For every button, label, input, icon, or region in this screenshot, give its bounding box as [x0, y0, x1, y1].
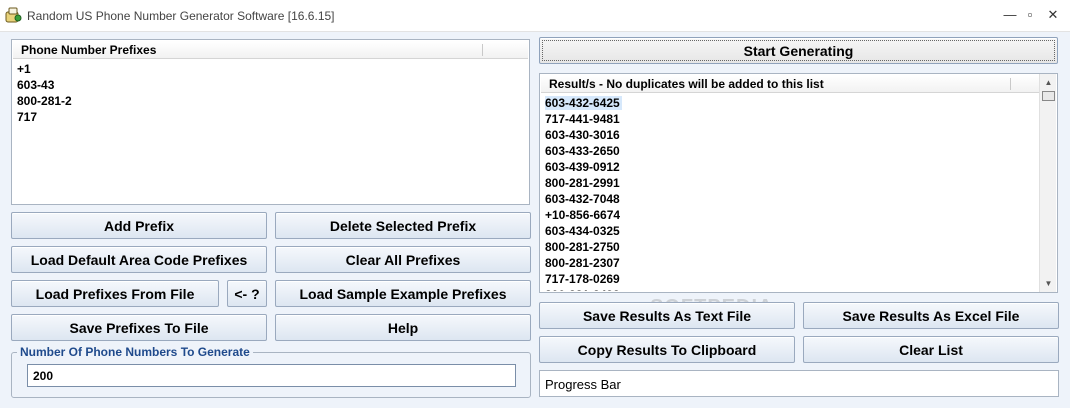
scroll-up-icon[interactable]: ▲: [1040, 74, 1057, 91]
result-item[interactable]: 717-441-9481: [545, 111, 622, 127]
window-title: Random US Phone Number Generator Softwar…: [27, 9, 335, 23]
prefix-header-label: Phone Number Prefixes: [21, 43, 157, 57]
clear-list-button[interactable]: Clear List: [803, 336, 1059, 363]
start-generating-button[interactable]: Start Generating: [539, 37, 1058, 64]
scroll-down-icon[interactable]: ▼: [1040, 275, 1057, 292]
close-button[interactable]: ✕: [1041, 4, 1065, 26]
count-label: Number Of Phone Numbers To Generate: [17, 345, 253, 359]
progress-label: Progress Bar: [545, 377, 621, 392]
count-input[interactable]: [27, 364, 516, 387]
copy-results-button[interactable]: Copy Results To Clipboard: [539, 336, 795, 363]
result-item[interactable]: 800-281-2750: [545, 239, 622, 255]
load-default-prefixes-button[interactable]: Load Default Area Code Prefixes: [11, 246, 267, 273]
prefix-help-button[interactable]: <- ?: [227, 280, 267, 307]
results-rows: 603-432-6425 717-441-9481 603-430-3016 6…: [545, 95, 622, 291]
save-prefixes-button[interactable]: Save Prefixes To File: [11, 314, 267, 341]
prefix-rows: +1 603-43 800-281-2 717: [17, 61, 72, 125]
result-item[interactable]: 717-178-0269: [545, 271, 622, 287]
add-prefix-button[interactable]: Add Prefix: [11, 212, 267, 239]
save-results-excel-button[interactable]: Save Results As Excel File: [803, 302, 1059, 329]
result-item[interactable]: +10-856-6674: [545, 207, 622, 223]
maximize-button[interactable]: ▫: [1018, 4, 1042, 26]
prefix-item[interactable]: +1: [17, 61, 72, 77]
results-header-label: Result/s - No duplicates will be added t…: [549, 77, 824, 91]
result-item[interactable]: 603-434-0325: [545, 223, 622, 239]
prefix-item[interactable]: 717: [17, 109, 72, 125]
result-item[interactable]: 603-433-2650: [545, 143, 622, 159]
progress-bar: Progress Bar: [539, 370, 1059, 397]
prefix-item[interactable]: 800-281-2: [17, 93, 72, 109]
result-item[interactable]: 800-281-2307: [545, 255, 622, 271]
app-icon: [5, 7, 22, 23]
prefix-item[interactable]: 603-43: [17, 77, 72, 93]
results-list[interactable]: Result/s - No duplicates will be added t…: [539, 73, 1058, 293]
prefix-list-header[interactable]: Phone Number Prefixes: [13, 41, 528, 59]
prefix-list[interactable]: Phone Number Prefixes +1 603-43 800-281-…: [11, 39, 530, 205]
result-item[interactable]: 800-281-2493: [545, 287, 622, 291]
column-divider[interactable]: [1010, 78, 1011, 90]
result-item[interactable]: 603-432-7048: [545, 191, 622, 207]
result-item[interactable]: 800-281-2991: [545, 175, 622, 191]
load-sample-prefixes-button[interactable]: Load Sample Example Prefixes: [275, 280, 531, 307]
load-prefixes-from-file-button[interactable]: Load Prefixes From File: [11, 280, 219, 307]
save-results-text-button[interactable]: Save Results As Text File: [539, 302, 795, 329]
result-item[interactable]: 603-430-3016: [545, 127, 622, 143]
title-bar: Random US Phone Number Generator Softwar…: [0, 0, 1070, 32]
results-list-header[interactable]: Result/s - No duplicates will be added t…: [541, 75, 1039, 93]
result-item[interactable]: 603-432-6425: [545, 95, 622, 111]
help-button[interactable]: Help: [275, 314, 531, 341]
results-scrollbar[interactable]: ▲ ▼: [1039, 74, 1056, 292]
scroll-thumb[interactable]: [1042, 91, 1055, 101]
column-divider[interactable]: [482, 44, 483, 56]
clear-all-prefixes-button[interactable]: Clear All Prefixes: [275, 246, 531, 273]
result-item[interactable]: 603-439-0912: [545, 159, 622, 175]
delete-selected-prefix-button[interactable]: Delete Selected Prefix: [275, 212, 531, 239]
